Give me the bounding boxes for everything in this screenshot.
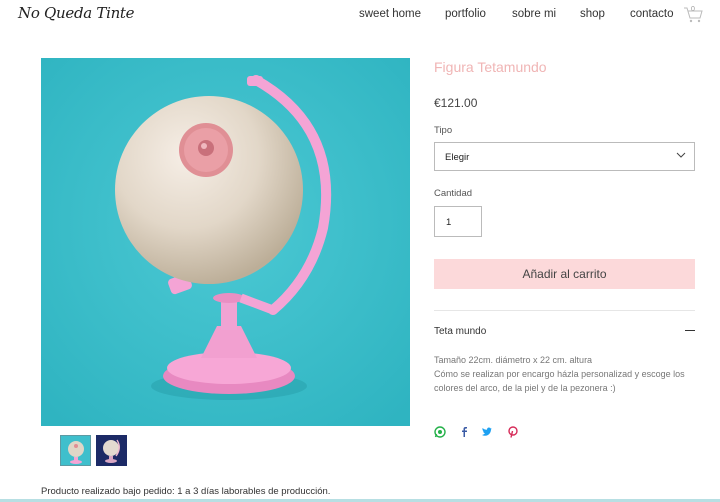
thumbnail-globe-icon xyxy=(68,441,84,464)
thumbnail-globe-dark-icon xyxy=(103,439,120,463)
description-line: colores del arco, de la piel y de la pez… xyxy=(434,383,616,393)
thumbnail-1[interactable] xyxy=(60,435,91,466)
product-title: Figura Tetamundo xyxy=(434,59,547,75)
pinterest-icon[interactable] xyxy=(507,426,519,438)
whatsapp-icon[interactable] xyxy=(434,426,446,438)
add-to-cart-button[interactable]: Añadir al carrito xyxy=(434,259,695,289)
nav-item-sweet-home[interactable]: sweet home xyxy=(359,8,421,20)
site-header: No Queda Tinte sweet home portfolio sobr… xyxy=(0,0,720,30)
quantity-input[interactable]: 1 xyxy=(434,206,482,237)
main-nav: sweet home portfolio sobre mi shop conta… xyxy=(0,8,720,24)
tipo-select[interactable]: Elegir xyxy=(434,142,695,171)
nav-item-portfolio[interactable]: portfolio xyxy=(445,8,486,20)
facebook-icon[interactable] xyxy=(458,426,470,438)
cart-button[interactable]: 0 xyxy=(683,5,703,23)
twitter-icon[interactable] xyxy=(481,426,493,438)
nav-item-shop[interactable]: shop xyxy=(580,8,605,20)
chevron-down-icon xyxy=(676,152,686,158)
cart-count: 0 xyxy=(691,6,695,13)
nav-item-contacto[interactable]: contacto xyxy=(630,8,673,20)
product-description: Tamaño 22cm. diámetro x 22 cm. altura Có… xyxy=(434,353,699,395)
production-note: Producto realizado bajo pedido: 1 a 3 dí… xyxy=(41,486,331,497)
tipo-select-value: Elegir xyxy=(445,152,470,163)
collapse-minus-icon[interactable] xyxy=(685,330,695,331)
description-line: Tamaño 22cm. diámetro x 22 cm. altura xyxy=(434,355,593,365)
description-line: Cómo se realizan por encargo házla perso… xyxy=(434,369,685,379)
nav-item-sobre-mi[interactable]: sobre mi xyxy=(512,8,556,20)
cantidad-label: Cantidad xyxy=(434,188,473,199)
product-main-image[interactable] xyxy=(41,58,410,426)
product-price: €121.00 xyxy=(434,96,478,110)
globe-figure-image xyxy=(41,58,410,426)
section-divider xyxy=(434,310,695,311)
info-section-title[interactable]: Teta mundo xyxy=(434,326,486,337)
quantity-value: 1 xyxy=(446,217,452,228)
thumbnail-2[interactable] xyxy=(96,435,127,466)
tipo-label: Tipo xyxy=(434,125,453,136)
